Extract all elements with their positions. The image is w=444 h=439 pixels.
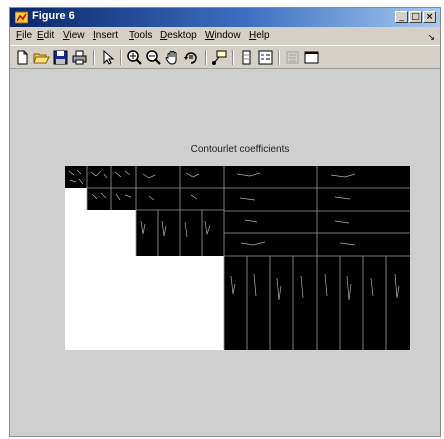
data-cursor-icon[interactable] — [211, 49, 228, 66]
menu-help[interactable]: Help — [249, 30, 270, 41]
toolbar-separator — [93, 50, 95, 65]
menu-desktop[interactable]: Desktop — [160, 30, 197, 41]
menu-insert[interactable]: Insert — [93, 30, 118, 41]
new-figure-icon[interactable] — [14, 49, 31, 66]
toolbar-separator — [120, 50, 122, 65]
matlab-figure-icon — [15, 11, 28, 24]
show-plot-tools-icon[interactable] — [303, 49, 320, 66]
menu-window[interactable]: Window — [205, 30, 241, 41]
maximize-button[interactable]: □ — [409, 11, 422, 23]
menu-file[interactable]: File — [16, 30, 32, 41]
edit-plot-icon[interactable] — [99, 49, 116, 66]
hide-plot-tools-icon[interactable] — [284, 49, 301, 66]
axes-title: Contourlet coefficients — [190, 144, 290, 155]
menu-edit[interactable]: Edit — [37, 30, 54, 41]
open-file-icon[interactable] — [33, 49, 50, 66]
toolbar-separator — [278, 50, 280, 65]
menu-overflow-icon[interactable]: ↘ — [427, 32, 435, 43]
figure-canvas[interactable]: Contourlet coefficients — [10, 70, 440, 436]
menu-tools[interactable]: Tools — [129, 30, 152, 41]
rotate-3d-icon[interactable] — [183, 49, 200, 66]
contourlet-coefficients-image[interactable] — [65, 166, 410, 350]
save-figure-icon[interactable] — [52, 49, 69, 66]
title-bar[interactable]: Figure 6 _ □ × — [10, 8, 440, 27]
zoom-out-icon[interactable] — [145, 49, 162, 66]
legend-icon[interactable] — [257, 49, 274, 66]
colorbar-icon[interactable] — [238, 49, 255, 66]
toolbar-separator — [232, 50, 234, 65]
pan-icon[interactable] — [164, 49, 181, 66]
menu-view[interactable]: View — [63, 30, 85, 41]
close-button[interactable]: × — [423, 11, 436, 23]
minimize-button[interactable]: _ — [395, 11, 408, 23]
figure-window: Figure 6 _ □ × File Edit View Insert Too… — [9, 7, 441, 437]
zoom-in-icon[interactable] — [126, 49, 143, 66]
menu-bar: File Edit View Insert Tools Desktop Wind… — [10, 28, 440, 44]
figure-toolbar — [10, 45, 440, 69]
window-title: Figure 6 — [32, 10, 75, 22]
print-figure-icon[interactable] — [71, 49, 88, 66]
toolbar-separator — [205, 50, 207, 65]
